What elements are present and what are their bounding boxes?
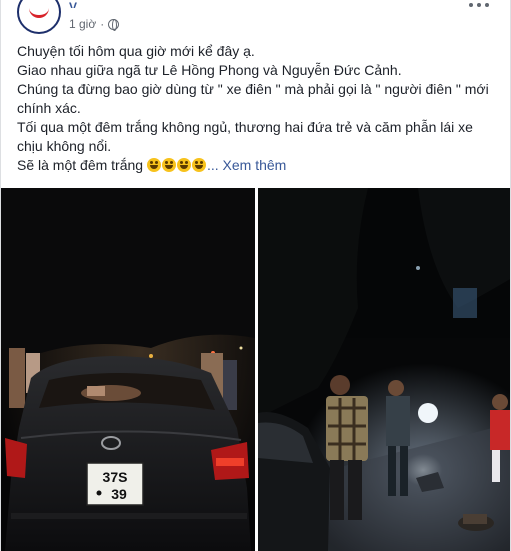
laughing-emoji-icon xyxy=(191,158,206,172)
license-plate-line-2: 39 xyxy=(111,486,127,502)
post-time[interactable]: 1 giờ xyxy=(69,17,96,31)
post-line-3: Chúng ta đừng bao giờ dùng từ " xe điên … xyxy=(17,81,489,116)
post-meta: 1 giờ · xyxy=(69,17,120,31)
post-card: V.. .. .. 1 giờ · Chuyện tối hôm qua giờ… xyxy=(0,0,511,551)
author-name[interactable]: V.. .. .. xyxy=(69,0,121,8)
photo-left-image: 37S 39 xyxy=(1,188,255,551)
post-line-1: Chuyện tối hôm qua giờ mới kể đây ạ. xyxy=(17,43,255,59)
more-options-icon[interactable] xyxy=(469,0,489,12)
photo-right-image xyxy=(258,188,510,551)
post-line-5-text: Sẽ là một đêm trắng xyxy=(17,157,144,173)
laughing-emoji-icon xyxy=(176,158,191,172)
license-plate-line-1: 37S xyxy=(103,469,128,485)
laughing-emoji-icon xyxy=(161,158,176,172)
post-line-5: Sẽ là một đêm trắng ... Xem thêm xyxy=(17,156,497,175)
globe-icon[interactable] xyxy=(108,18,120,31)
photo-right[interactable] xyxy=(258,188,510,551)
post-line-2: Giao nhau giữa ngã tư Lê Hồng Phong và N… xyxy=(17,62,402,78)
photo-left[interactable]: 37S 39 xyxy=(1,188,255,551)
see-more-link[interactable]: ... Xem thêm xyxy=(207,157,286,173)
avatar[interactable] xyxy=(17,0,61,34)
post-text: Chuyện tối hôm qua giờ mới kể đây ạ. Gia… xyxy=(17,42,497,175)
post-line-4: Tối qua một đêm trắng không ngủ, thương … xyxy=(17,119,473,154)
meta-separator: · xyxy=(100,17,105,31)
laughing-emoji-icon xyxy=(146,158,161,172)
post-header: V.. .. .. 1 giờ · xyxy=(17,0,497,40)
